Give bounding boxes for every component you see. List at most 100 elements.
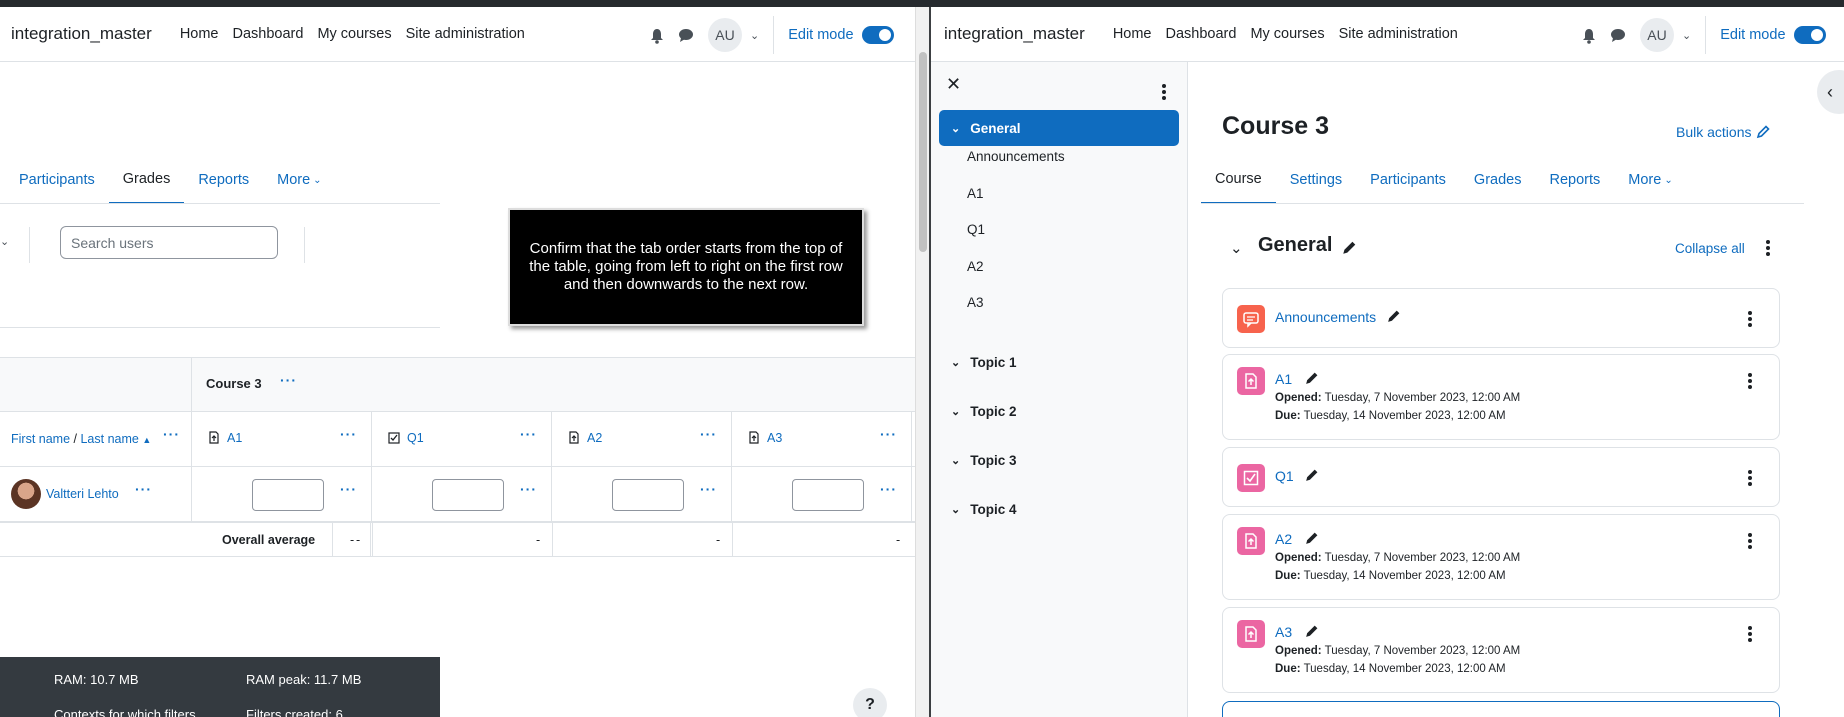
grade-item-actions-menu[interactable]: ···	[880, 426, 897, 442]
course-actions-menu[interactable]: ···	[280, 372, 297, 388]
grade-input[interactable]	[432, 479, 504, 511]
nav-site-admin[interactable]: Site administration	[1339, 26, 1458, 42]
edit-mode-toggle[interactable]	[861, 26, 894, 44]
section-options-icon[interactable]	[1765, 240, 1771, 256]
grade-input[interactable]	[792, 479, 864, 511]
collapse-all-link[interactable]: Collapse all	[1675, 241, 1745, 256]
activity-options-icon[interactable]	[1747, 373, 1753, 389]
drawer-activity-item[interactable]: A2	[967, 259, 984, 274]
drawer-activity-item[interactable]: A3	[967, 295, 984, 310]
activity-name-link[interactable]: A1	[1275, 371, 1292, 387]
drawer-toggle-button[interactable]: ‹	[1817, 70, 1844, 114]
grade-item-link[interactable]: Q1	[407, 431, 424, 445]
scrollbar-thumb[interactable]	[919, 52, 927, 252]
grade-cell-actions-menu[interactable]: ···	[520, 481, 537, 497]
grade-input[interactable]	[252, 479, 324, 511]
chevron-down-icon[interactable]: ⌄	[750, 29, 759, 42]
activity-name-link[interactable]: Announcements	[1275, 309, 1376, 325]
tab-participants[interactable]: Participants	[1356, 156, 1460, 204]
activity-card[interactable]: A3 Opened: Tuesday, 7 November 2023, 12:…	[1222, 607, 1780, 693]
tab-settings[interactable]: Settings	[1276, 156, 1356, 204]
drawer-activity-item[interactable]: Announcements	[967, 149, 1065, 164]
grade-input[interactable]	[612, 479, 684, 511]
edit-mode-switch[interactable]: Edit mode	[788, 26, 894, 44]
chevron-down-icon[interactable]: ⌄	[0, 235, 9, 248]
tab-more-label: More	[277, 172, 311, 188]
tab-more[interactable]: More ⌄	[1614, 156, 1686, 204]
chevron-down-icon[interactable]: ⌄	[1682, 29, 1691, 42]
activity-card[interactable]: Q1	[1222, 447, 1780, 507]
drawer-section-4[interactable]: ⌄ Topic 4	[939, 492, 1179, 528]
nav-site-admin[interactable]: Site administration	[406, 26, 525, 42]
user-avatar[interactable]: AU	[1640, 18, 1674, 52]
nav-dashboard[interactable]: Dashboard	[1166, 26, 1237, 42]
chevron-down-icon[interactable]: ⌄	[1230, 239, 1243, 257]
edit-mode-toggle[interactable]	[1793, 26, 1826, 44]
add-activity-card[interactable]	[1222, 701, 1780, 717]
student-avatar[interactable]	[11, 479, 41, 509]
activity-card[interactable]: A2 Opened: Tuesday, 7 November 2023, 12:…	[1222, 514, 1780, 600]
sort-last-name[interactable]: Last name	[80, 432, 138, 446]
search-users-input[interactable]	[60, 226, 278, 259]
activity-options-icon[interactable]	[1747, 470, 1753, 486]
activity-name-link[interactable]: A2	[1275, 531, 1292, 547]
pencil-icon[interactable]	[1304, 624, 1319, 639]
activity-name-link[interactable]: A3	[1275, 624, 1292, 640]
tab-participants[interactable]: Participants	[5, 156, 109, 204]
nav-my-courses[interactable]: My courses	[1250, 26, 1324, 42]
site-brand[interactable]: integration_master	[11, 24, 152, 44]
activity-card[interactable]: A1 Opened: Tuesday, 7 November 2023, 12:…	[1222, 354, 1780, 440]
messages-icon[interactable]	[1610, 27, 1626, 44]
tab-reports[interactable]: Reports	[1535, 156, 1614, 204]
drawer-section-1[interactable]: ⌄ Topic 1	[939, 345, 1179, 381]
nav-dashboard[interactable]: Dashboard	[233, 26, 304, 42]
sort-first-name[interactable]: First name	[11, 432, 70, 446]
messages-icon[interactable]	[678, 27, 694, 44]
close-icon[interactable]: ✕	[946, 74, 961, 95]
nav-home[interactable]: Home	[1113, 26, 1152, 42]
bulk-actions-button[interactable]: Bulk actions	[1676, 124, 1771, 140]
activity-card[interactable]: Announcements	[1222, 288, 1780, 348]
help-button[interactable]: ?	[853, 688, 887, 717]
grade-item-actions-menu[interactable]: ···	[340, 426, 357, 442]
pencil-icon[interactable]	[1386, 309, 1401, 324]
tab-reports[interactable]: Reports	[184, 156, 263, 204]
nav-my-courses[interactable]: My courses	[317, 26, 391, 42]
pencil-icon[interactable]	[1304, 531, 1319, 546]
edit-mode-switch[interactable]: Edit mode	[1720, 26, 1826, 44]
grade-item-link[interactable]: A1	[227, 431, 242, 445]
drawer-section-0[interactable]: ⌄ General	[939, 110, 1179, 146]
nav-home[interactable]: Home	[180, 26, 219, 42]
site-brand[interactable]: integration_master	[944, 24, 1085, 44]
user-avatar[interactable]: AU	[708, 18, 742, 52]
left-scrollbar[interactable]	[915, 7, 929, 717]
activity-name-link[interactable]: Q1	[1275, 468, 1294, 484]
drawer-options-icon[interactable]	[1161, 84, 1167, 100]
grade-item-link[interactable]: A2	[587, 431, 602, 445]
pencil-icon[interactable]	[1304, 371, 1319, 386]
tab-grades[interactable]: Grades	[1460, 156, 1536, 204]
tab-course[interactable]: Course	[1201, 156, 1276, 204]
activity-options-icon[interactable]	[1747, 311, 1753, 327]
tab-more[interactable]: More ⌄	[263, 156, 335, 204]
tab-grades[interactable]: Grades	[108, 156, 185, 204]
grade-item-actions-menu[interactable]: ···	[520, 426, 537, 442]
drawer-section-3[interactable]: ⌄ Topic 3	[939, 443, 1179, 479]
drawer-section-2[interactable]: ⌄ Topic 2	[939, 394, 1179, 430]
pencil-icon[interactable]	[1341, 240, 1357, 256]
name-actions-menu[interactable]: ···	[163, 426, 180, 442]
grade-cell-actions-menu[interactable]: ···	[700, 481, 717, 497]
student-name[interactable]: Valtteri Lehto	[46, 487, 119, 501]
bell-icon[interactable]	[650, 26, 664, 44]
grade-item-link[interactable]: A3	[767, 431, 782, 445]
activity-options-icon[interactable]	[1747, 533, 1753, 549]
bell-icon[interactable]	[1582, 26, 1596, 44]
activity-options-icon[interactable]	[1747, 626, 1753, 642]
pencil-icon[interactable]	[1304, 468, 1319, 483]
grade-item-actions-menu[interactable]: ···	[700, 426, 717, 442]
drawer-activity-item[interactable]: Q1	[967, 222, 985, 237]
grade-cell-actions-menu[interactable]: ···	[340, 481, 357, 497]
student-actions-menu[interactable]: ···	[135, 481, 152, 497]
grade-cell-actions-menu[interactable]: ···	[880, 481, 897, 497]
drawer-activity-item[interactable]: A1	[967, 186, 984, 201]
